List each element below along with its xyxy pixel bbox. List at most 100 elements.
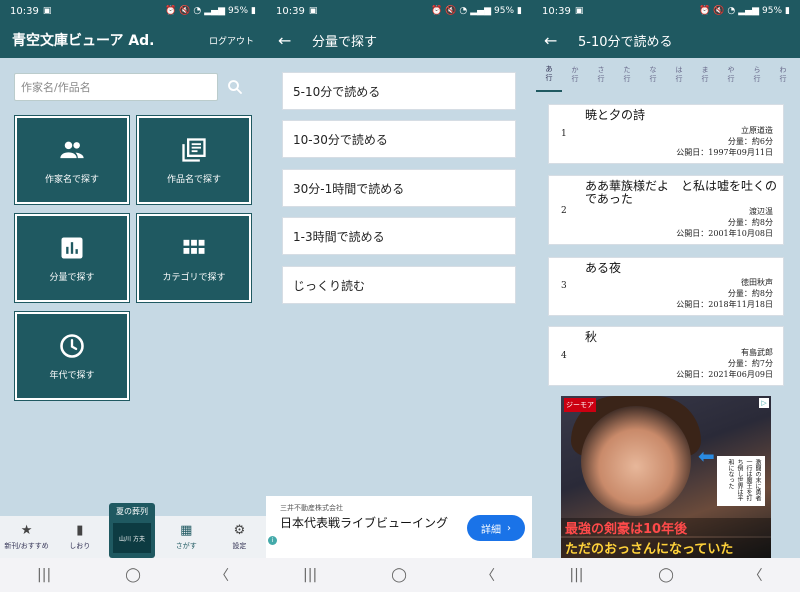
ad-headline: 最強の剣豪は10年後: [561, 518, 771, 537]
home-icon[interactable]: ◯: [658, 567, 674, 583]
signal-icon: ▂▄▆: [470, 6, 492, 16]
nav-settings[interactable]: ⚙ 設定: [213, 516, 266, 558]
ad-details-button[interactable]: 詳細 ›: [467, 515, 525, 541]
ad-subheadline: ただのおっさんになっていた: [561, 538, 771, 558]
kana-row: 行: [779, 75, 787, 83]
work-meta: 有島武郎 分量：約7分 公開日：2021年06月09日: [676, 347, 773, 380]
clock-icon: [60, 333, 84, 358]
recent-apps-icon[interactable]: |||: [569, 567, 583, 583]
wifi-icon: ◔: [193, 6, 202, 16]
recent-apps-icon[interactable]: |||: [303, 567, 317, 583]
work-card[interactable]: 3 ある夜 徳田秋声 分量：約8分 公開日：2018年11月18日: [548, 257, 784, 316]
kana-char: あ: [545, 65, 553, 73]
kana-char: わ: [779, 66, 787, 74]
nav-new-recommended[interactable]: ★ 新刊/おすすめ: [0, 516, 53, 558]
app-bar: 青空文庫ビューア Ad. ログアウト: [0, 22, 266, 58]
search-icon[interactable]: [226, 78, 244, 96]
ad-text: 日本代表戦ライブビューイング: [280, 516, 449, 530]
tile-search-by-length[interactable]: 分量で探す: [14, 213, 130, 303]
logout-button[interactable]: ログアウト: [209, 34, 254, 47]
tile-label: 作品名で探す: [166, 174, 221, 185]
image-notification-icon: ▣: [574, 6, 584, 16]
length-option-5-10min[interactable]: 5-10分で読める: [282, 72, 516, 110]
mute-icon: 🔇: [179, 6, 191, 16]
back-icon[interactable]: 〈: [481, 565, 495, 585]
tab-kana-sa[interactable]: さ行: [588, 58, 614, 92]
work-card[interactable]: 2 ああ華族様だよ と私は嘘を吐くのであった 渡辺温 分量：約8分 公開日：20…: [548, 175, 784, 245]
search-input[interactable]: 作家名/作品名: [14, 73, 218, 101]
screenshot-triptych: 10:39 ▣ ⏰ 🔇 ◔ ▂▄▆ 95% ▮ 青空文庫ビューア Ad. ログア…: [0, 0, 800, 592]
search-placeholder: 作家名/作品名: [21, 81, 91, 94]
work-title: ああ華族様だよ と私は嘘を吐くのであった: [585, 179, 778, 206]
back-icon[interactable]: 〈: [749, 565, 763, 585]
home-icon[interactable]: ◯: [125, 567, 141, 583]
kana-row: 行: [675, 75, 683, 83]
tile-search-by-category[interactable]: カテゴリで探す: [136, 213, 252, 303]
battery-level: 95%: [228, 6, 249, 16]
banner-ad[interactable]: 三井不動産株式会社 日本代表戦ライブビューイング 詳細 › i: [266, 496, 532, 558]
kana-char: や: [727, 66, 735, 74]
arrow-back-icon[interactable]: ←: [544, 31, 562, 50]
bar-chart-icon: [61, 237, 83, 258]
option-label: 10-30分で読める: [293, 132, 388, 147]
tile-search-by-era[interactable]: 年代で探す: [14, 311, 130, 401]
work-card[interactable]: 1 暁と夕の詩 立原道造 分量：約6分 公開日：1997年09月11日: [548, 104, 784, 164]
ad-illustration-face: [581, 406, 691, 516]
nav-search[interactable]: ▦ さがす: [160, 516, 213, 558]
tile-search-by-title[interactable]: 作品名で探す: [136, 115, 252, 205]
work-number: 2: [561, 206, 567, 216]
kana-index-tabs: あ行 か行 さ行 た行 な行 は行 ま行 や行 ら行 わ行: [532, 58, 800, 92]
kana-char: さ: [597, 66, 605, 74]
length-option-30-60min[interactable]: 30分-1時間で読める: [282, 169, 516, 207]
app-bar: ← 5-10分で読める: [532, 22, 800, 58]
length-option-1-3h[interactable]: 1-3時間で読める: [282, 217, 516, 255]
status-bar: 10:39 ▣ ⏰ 🔇 ◔ ▂▄▆ 95% ▮: [0, 0, 266, 22]
tab-kana-ha[interactable]: は行: [666, 58, 692, 92]
recent-apps-icon[interactable]: |||: [37, 567, 51, 583]
manga-ad[interactable]: ジーモア ⬅ 激闘の末に勇者一行は魔王を打ち倒し世界は平和になった 最強の剣豪は…: [561, 396, 771, 558]
tab-kana-ta[interactable]: た行: [614, 58, 640, 92]
work-published: 公開日：2001年10月08日: [676, 229, 773, 238]
system-navigation: ||| ◯ 〈: [532, 558, 800, 592]
battery-level: 95%: [762, 6, 783, 16]
ad-choices-icon[interactable]: ▷: [759, 398, 769, 408]
app-title: 青空文庫ビューア Ad.: [12, 33, 155, 49]
star-icon: ★: [20, 523, 33, 538]
tab-kana-ka[interactable]: か行: [562, 58, 588, 92]
library-books-icon: [182, 137, 206, 162]
signal-icon: ▂▄▆: [738, 6, 760, 16]
nav-label: しおり: [69, 542, 91, 550]
work-published: 公開日：2021年06月09日: [676, 370, 773, 379]
home-icon[interactable]: ◯: [391, 567, 407, 583]
notification-icon: ▣: [42, 6, 52, 16]
length-option-10-30min[interactable]: 10-30分で読める: [282, 120, 516, 158]
status-indicators: ⏰ 🔇 ◔ ▂▄▆ 95% ▮: [431, 6, 522, 16]
tab-kana-na[interactable]: な行: [640, 58, 666, 92]
length-option-long[interactable]: じっくり読む: [282, 266, 516, 304]
tab-kana-wa[interactable]: わ行: [770, 58, 796, 92]
back-icon[interactable]: 〈: [215, 565, 229, 585]
tab-kana-ya[interactable]: や行: [718, 58, 744, 92]
current-reading-badge[interactable]: 夏の葬列 山川 方夫: [109, 503, 155, 558]
work-number: 3: [561, 281, 567, 291]
nav-bookmarks[interactable]: ▮ しおり: [53, 516, 106, 558]
tab-kana-ra[interactable]: ら行: [744, 58, 770, 92]
grid-icon: [183, 239, 205, 254]
work-card[interactable]: 4 秋 有島武郎 分量：約7分 公開日：2021年06月09日: [548, 326, 784, 386]
tab-kana-a[interactable]: あ行: [536, 58, 562, 92]
kana-row: 行: [597, 75, 605, 83]
work-author: 立原道造: [741, 126, 773, 135]
signal-icon: ▂▄▆: [204, 6, 226, 16]
tile-search-by-author[interactable]: 作家名で探す: [14, 115, 130, 205]
kana-row: 行: [545, 74, 553, 82]
tile-label: 分量で探す: [49, 272, 95, 283]
tab-kana-ma[interactable]: ま行: [692, 58, 718, 92]
work-author: 渡辺温: [749, 207, 773, 216]
wifi-icon: ◔: [459, 6, 468, 16]
ad-info-icon[interactable]: i: [268, 536, 277, 545]
kana-row: 行: [623, 75, 631, 83]
alarm-icon: ⏰: [430, 6, 443, 16]
arrow-back-icon[interactable]: ←: [278, 31, 296, 50]
nav-label: 設定: [232, 542, 247, 550]
work-published: 公開日：1997年09月11日: [676, 148, 773, 157]
